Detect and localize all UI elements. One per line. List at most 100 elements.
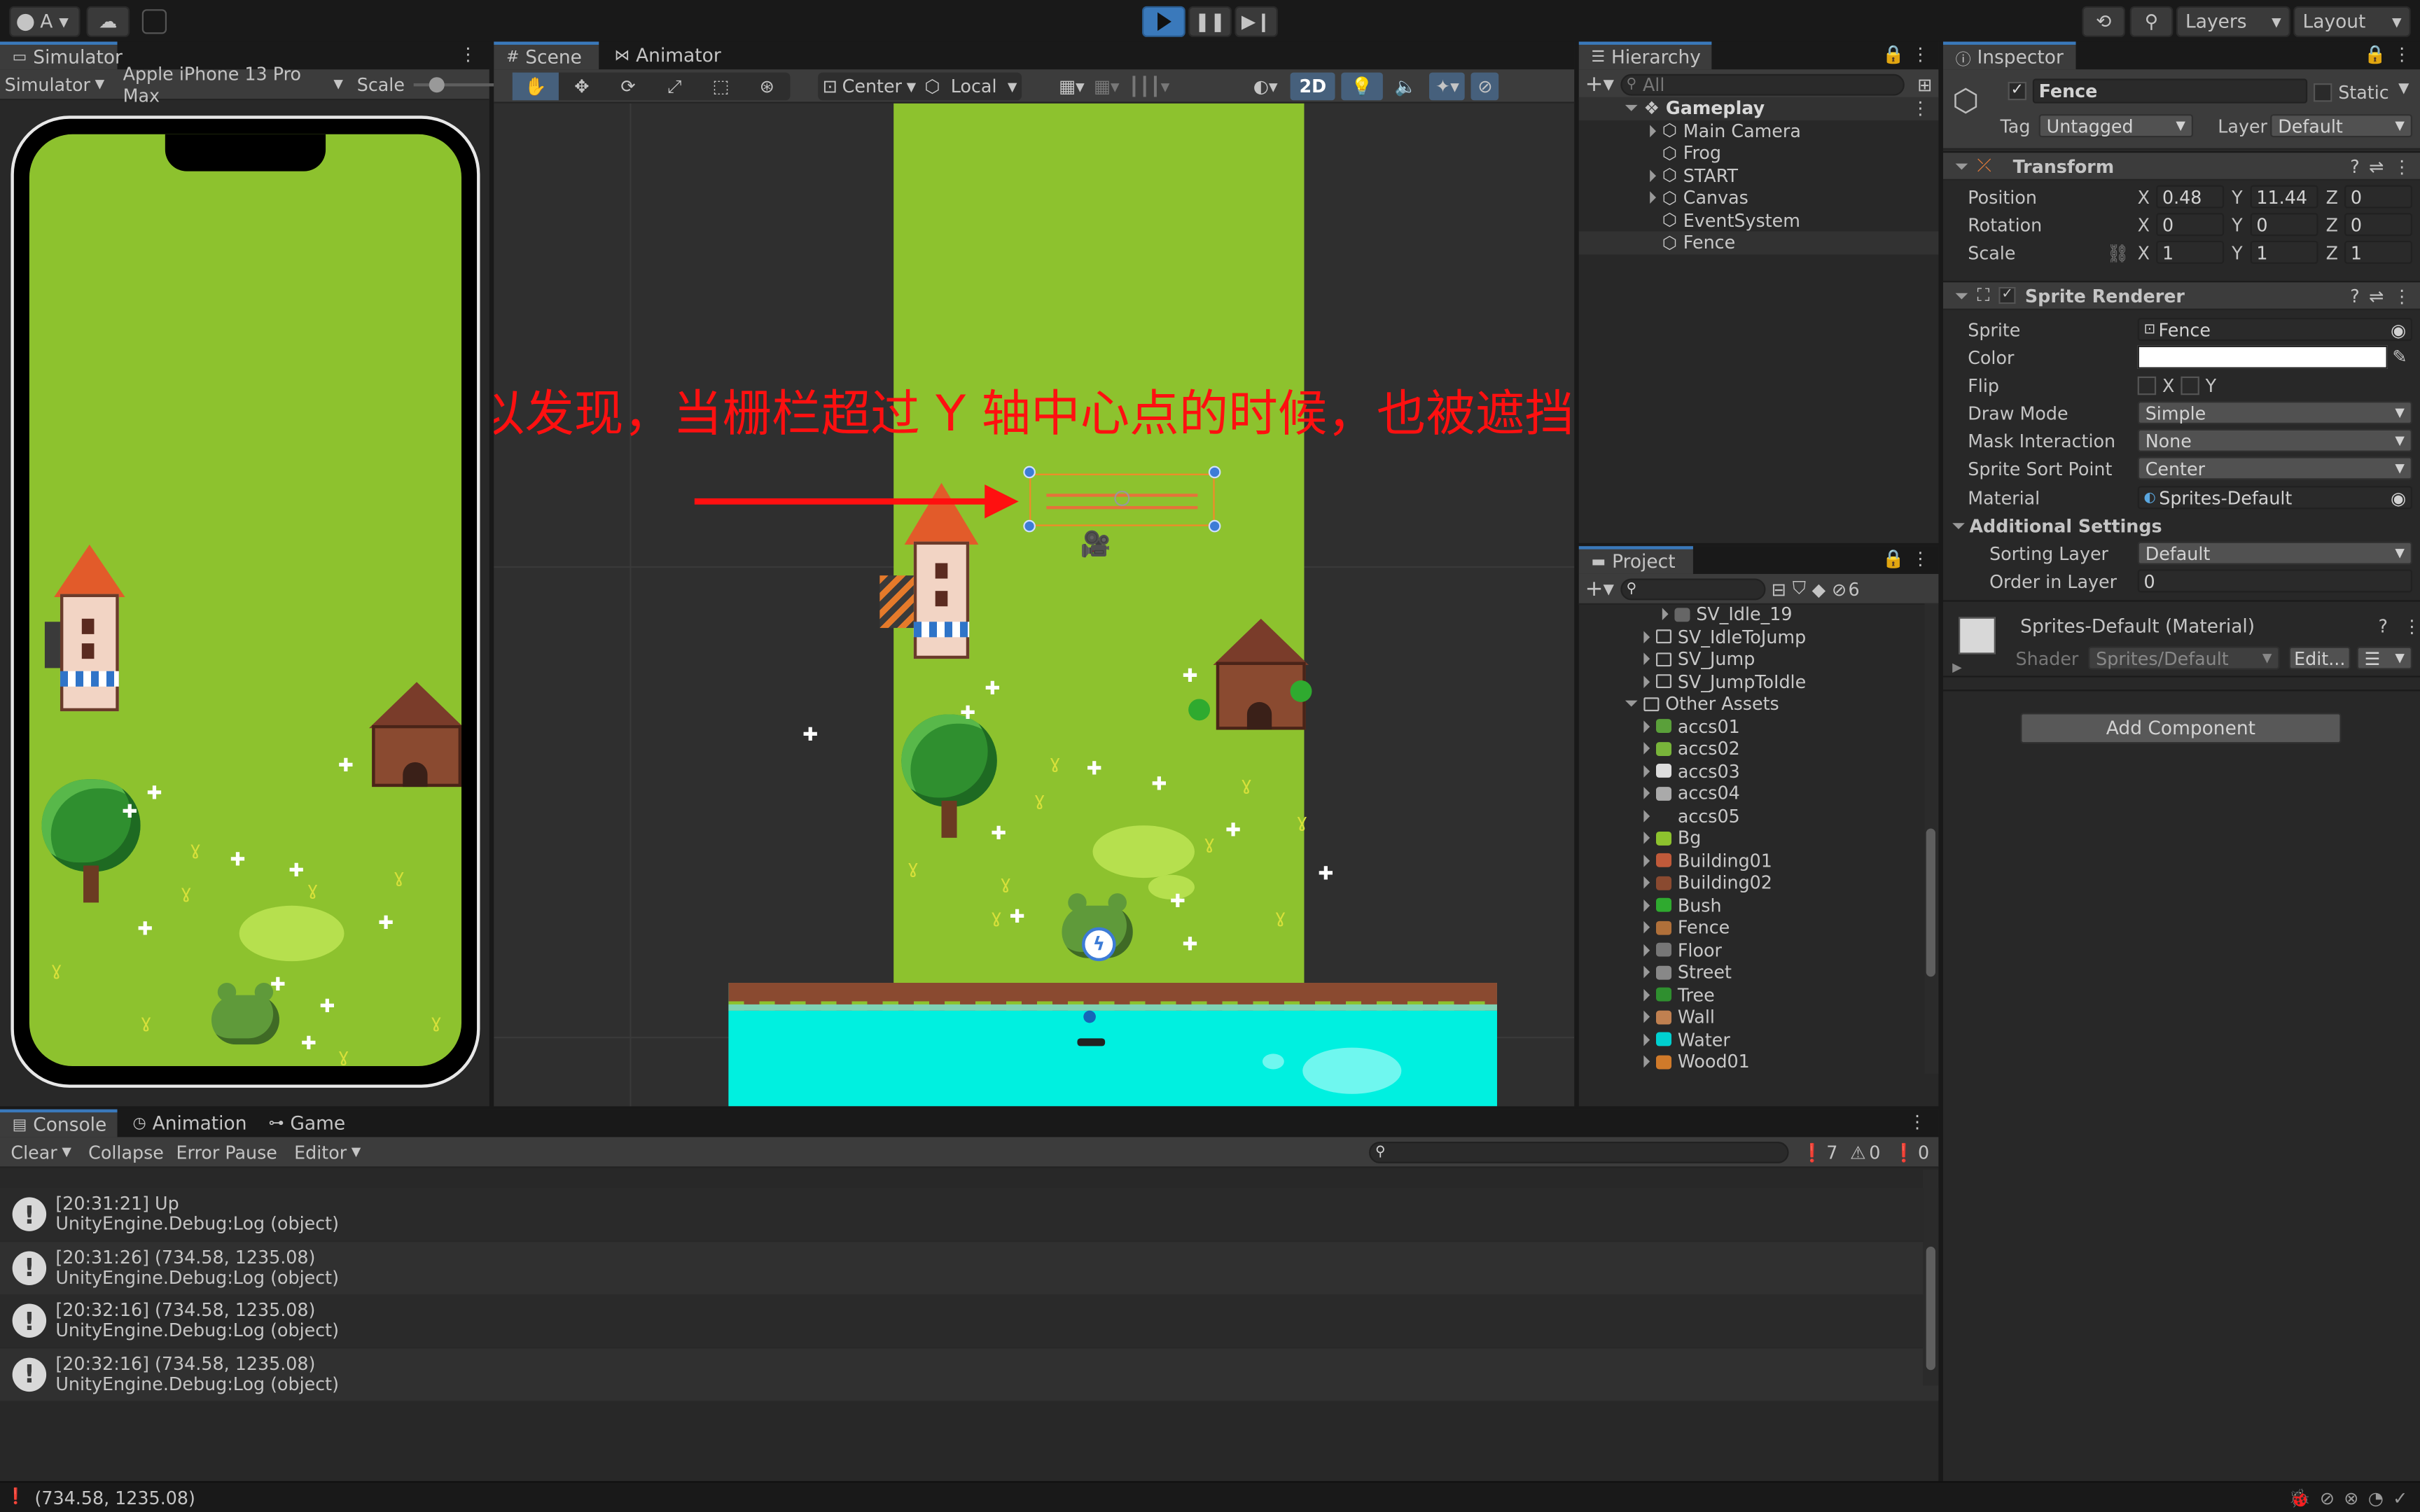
order-in-layer-input[interactable]: 0 [2137,569,2413,593]
preset-icon[interactable]: ⇌ [2369,285,2384,307]
layers-dropdown[interactable]: Layers ▼ [2176,6,2290,37]
expand-icon[interactable] [1643,787,1650,800]
lock-icon[interactable]: 🔒 [1882,43,1905,65]
more-options-icon[interactable]: ⋮ [1912,43,1929,65]
mask-interaction-dropdown[interactable]: None ▼ [2137,428,2413,452]
expand-icon[interactable] [1650,191,1656,204]
console-log-entry[interactable]: ! [20:31:26] (734.58, 1235.08) UnityEngine… [0,1241,1939,1294]
check-icon[interactable]: ✓ [2393,1487,2407,1508]
expand-icon[interactable] [1650,169,1656,182]
tag-icon[interactable]: ◆ [1812,578,1826,599]
project-item[interactable]: accs04 [1579,782,1925,804]
console-log-entry[interactable]: ! [20:32:16] (734.58, 1235.08) UnityEngine… [0,1348,1939,1401]
project-search-input[interactable]: ⚲ [1620,578,1765,600]
project-item[interactable]: accs03 [1579,760,1925,783]
search-by-type-icon[interactable]: ⊟ [1772,578,1786,599]
hierarchy-root-row[interactable]: ❖ Gameplay ⋮ [1578,97,1939,120]
sprite-object-field[interactable]: ⊡ Fence ◉ [2137,318,2413,342]
object-picker-icon[interactable]: ◉ [2391,318,2406,340]
search-button[interactable]: ⚲ [2129,6,2174,37]
undo-history-button[interactable]: ⟲ [2082,6,2126,37]
chevron-down-icon[interactable]: ▼ [2398,82,2409,97]
position-y-input[interactable]: 11.44 [2250,185,2318,209]
expand-icon[interactable] [1625,105,1638,112]
more-options-icon[interactable]: ⋮ [2393,285,2410,307]
project-item[interactable]: SV_IdleToJump [1579,626,1925,648]
layer-dropdown[interactable]: Default ▼ [2270,114,2413,138]
console-search-input[interactable]: ⚲ [1369,1140,1789,1163]
hand-tool-icon[interactable]: ✋ [512,72,559,101]
hierarchy-search-input[interactable]: ⚲ All [1620,73,1905,95]
tab-simulator[interactable]: ▭ Simulator [0,41,123,70]
project-item[interactable]: Wood02 [1579,1073,1925,1074]
space-dropdown[interactable]: ⬡ Local ▼ [920,76,1022,97]
expand-icon[interactable] [1643,764,1650,778]
more-options-icon[interactable]: ⋮ [459,43,477,65]
editor-dropdown[interactable]: Editor ▼ [290,1141,366,1163]
bug-icon[interactable]: 🐞 [2288,1487,2311,1508]
play-button[interactable] [1142,6,1185,37]
tab-scene[interactable]: # Scene [494,41,599,70]
sorting-layer-dropdown[interactable]: Default ▼ [2137,541,2413,565]
more-options-icon[interactable]: ⋮ [1912,97,1929,119]
rotation-x-input[interactable]: 0 [2156,213,2225,237]
collapse-icon[interactable] [1955,292,1968,299]
effects-icon[interactable]: ✦▾ [1429,72,1466,101]
add-icon[interactable]: +▾ [1585,576,1614,601]
device-dropdown[interactable]: Apple iPhone 13 Pro Max ▼ [118,62,348,106]
cache-icon[interactable]: ⊗ [2344,1487,2358,1508]
expand-icon[interactable] [1650,124,1656,137]
layout-dropdown[interactable]: Layout ▼ [2293,6,2411,37]
hierarchy-item[interactable]: ⬡ START [1579,164,1939,187]
scale-x-input[interactable]: 1 [2156,240,2225,264]
constrain-proportions-icon[interactable]: ⛓ [2107,242,2129,264]
scale-y-input[interactable]: 1 [2250,240,2318,264]
grid-visibility-icon[interactable]: ▦▾ [1094,76,1120,97]
hidden-objects-icon[interactable]: ⊘ [1471,72,1499,101]
tab-inspector[interactable]: ⓘ Inspector [1942,41,2076,70]
expand-icon[interactable] [1643,921,1650,934]
2d-toggle-button[interactable]: 2D [1290,72,1336,101]
project-scrollbar[interactable] [1924,603,1939,1074]
tab-project[interactable]: ▬ Project [1578,546,1693,574]
expand-icon[interactable] [1643,966,1650,979]
help-icon[interactable]: ? [2350,285,2359,307]
scene-visibility-icon[interactable]: ⊞ [1917,74,1932,95]
project-item[interactable]: SV_Idle_19 [1579,603,1925,626]
expand-icon[interactable] [1643,944,1650,956]
project-item[interactable]: Building02 [1579,872,1925,894]
expand-icon[interactable] [1643,630,1650,643]
tag-dropdown[interactable]: Untagged ▼ [2038,114,2194,138]
network-icon[interactable]: ⊘ [2320,1487,2335,1508]
expand-icon[interactable] [1643,1011,1650,1023]
project-item[interactable]: Wood01 [1579,1051,1925,1073]
collab-icon[interactable] [141,9,167,34]
additional-settings-foldout[interactable]: Additional Settings [1969,515,2162,537]
color-swatch[interactable] [2137,345,2388,369]
expand-icon[interactable] [1952,523,1965,530]
expand-icon[interactable] [1643,742,1650,755]
error-pause-toggle[interactable]: Error Pause [176,1141,277,1163]
project-item[interactable]: Bush [1579,894,1925,916]
draw-mode-icon[interactable]: ◐▾ [1247,76,1284,97]
simulator-mode-dropdown[interactable]: Simulator ▼ [0,74,109,95]
account-dropdown[interactable]: A ▼ [9,6,81,37]
collapse-toggle[interactable]: Collapse [88,1141,164,1163]
project-item[interactable]: Other Assets [1579,693,1925,715]
expand-icon[interactable] [1643,876,1650,890]
expand-icon[interactable]: ▶ [1952,660,1962,674]
expand-icon[interactable] [1643,832,1650,845]
tab-animator[interactable]: ⋈ Animator [602,42,734,70]
project-item[interactable]: SV_JumpToIdle [1579,671,1925,693]
resize-handle[interactable] [1208,519,1221,533]
step-button[interactable]: ▶❙ [1235,6,1278,37]
warning-count-toggle[interactable]: ⚠ 0 [1850,1141,1880,1163]
hierarchy-item[interactable]: ⬡ Fence [1578,231,1939,254]
sprite-renderer-header[interactable]: ⛶ ✓ Sprite Renderer ? ⇌ ⋮ [1942,281,2420,311]
help-icon[interactable]: ? [2350,155,2359,177]
lock-icon[interactable]: 🔒 [1882,547,1905,569]
expand-icon[interactable] [1643,720,1650,733]
status-message[interactable]: (734.58, 1235.08) [34,1487,195,1508]
project-item[interactable]: SV_Jump [1579,648,1925,671]
project-item[interactable]: Fence [1579,916,1925,939]
